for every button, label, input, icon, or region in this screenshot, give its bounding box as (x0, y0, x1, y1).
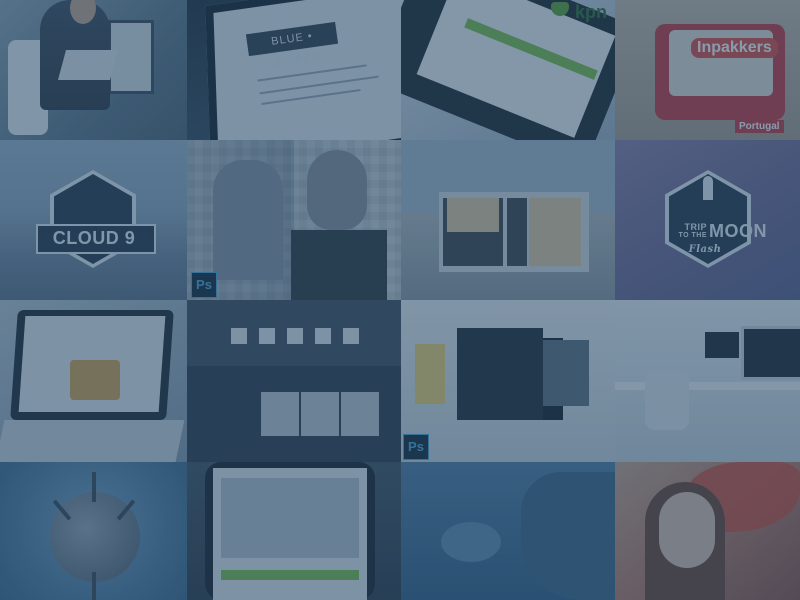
door (507, 198, 527, 266)
portfolio-tile-kpn-phone[interactable]: kpn (401, 0, 615, 140)
rocket-icon (703, 176, 713, 200)
brand-logo (343, 328, 359, 344)
portfolio-tile-sphere-city[interactable] (0, 462, 187, 600)
suitcase-tag: Portugal (735, 120, 784, 133)
portfolio-tile-laptop-man[interactable] (0, 0, 187, 140)
brand-logo (287, 328, 303, 344)
portfolio-grid: BLUE • LOOPER kpn Inpakkers Portugal CLO… (0, 0, 800, 600)
chair (645, 370, 689, 430)
bubbles (441, 522, 501, 562)
portfolio-tile-website[interactable]: BLUE • LOOPER (187, 0, 401, 140)
tower (92, 572, 96, 600)
photoshop-icon: Ps (403, 434, 429, 460)
badge-title: CLOUD 9 (52, 228, 136, 248)
portfolio-tile-desk[interactable] (615, 300, 800, 462)
card (415, 344, 445, 404)
portfolio-tile-cloud9[interactable]: CLOUD 9 (0, 140, 187, 300)
green-bar (221, 570, 359, 580)
brand-logo (315, 328, 331, 344)
badge-script: Flash (688, 244, 722, 255)
portfolio-tile-software-box[interactable]: Ps (401, 300, 615, 462)
badge-line-1: TRIP (684, 222, 707, 232)
portfolio-tile-dark-site[interactable] (187, 300, 401, 462)
tower (92, 472, 96, 502)
couple-silhouette (72, 190, 114, 218)
software-box (457, 328, 543, 420)
portfolio-tile-building[interactable] (401, 140, 615, 300)
suitcase-title: Inpakkers (691, 38, 778, 58)
portfolio-tile-ocean-map[interactable] (401, 462, 615, 600)
imac (741, 326, 800, 380)
disc-case (543, 340, 589, 406)
portfolio-tile-phone-photo[interactable] (187, 462, 401, 600)
brand-logo (259, 328, 275, 344)
laptop (57, 50, 119, 80)
bear-panel (529, 198, 581, 266)
blurred-figure (213, 160, 283, 280)
portfolio-tile-suitcase[interactable]: Inpakkers Portugal (615, 0, 800, 140)
portfolio-tile-laptop[interactable] (0, 300, 187, 462)
ui-card (70, 360, 120, 400)
desk (615, 382, 800, 390)
portfolio-tile-pixel-portrait[interactable]: Ps (187, 140, 401, 300)
face (659, 492, 715, 568)
site-photo (261, 392, 299, 436)
coastline (521, 472, 615, 600)
portfolio-tile-woman[interactable] (615, 462, 800, 600)
brand-logo (231, 328, 247, 344)
site-photo (301, 392, 339, 436)
bear-panel (447, 198, 499, 232)
site-photo (341, 392, 379, 436)
portrait-face (307, 150, 367, 230)
keyboard (0, 420, 185, 462)
photo (221, 478, 359, 558)
badge-title: MOON (709, 221, 767, 241)
kpn-brand: kpn (574, 2, 607, 22)
photoshop-icon: Ps (191, 272, 217, 298)
portfolio-tile-trip-to-moon[interactable]: TRIP TO THE MOON Flash (615, 140, 800, 300)
badge-line-2: TO THE (678, 232, 707, 239)
small-monitor (705, 332, 739, 358)
portrait-body (291, 230, 387, 300)
